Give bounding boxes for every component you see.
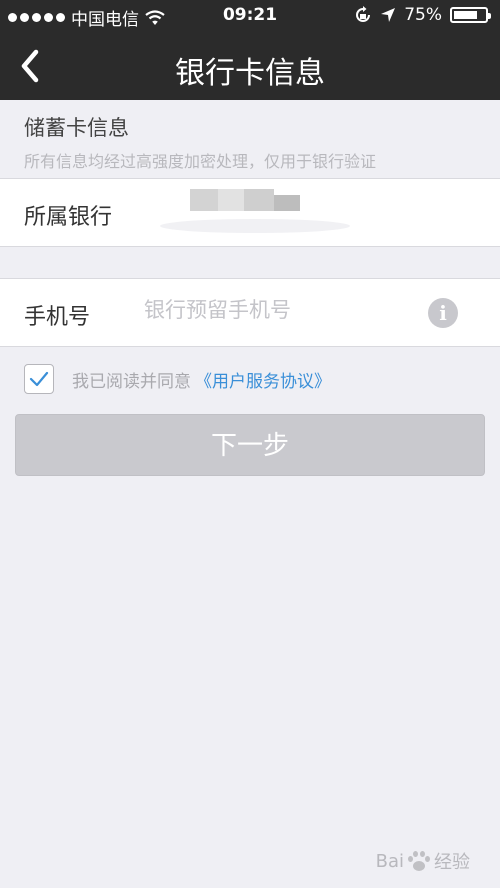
navigation-bar: 银行卡信息 (0, 32, 500, 100)
phone-row: 手机号 i (0, 278, 500, 347)
user-agreement-link[interactable]: 《用户服务协议》 (195, 367, 331, 392)
info-icon[interactable]: i (428, 298, 458, 328)
location-icon (381, 8, 396, 22)
battery-fill (454, 11, 477, 19)
page-title: 银行卡信息 (175, 56, 325, 91)
phone-label: 手机号 (24, 305, 91, 330)
watermark-text-left: Bai (375, 850, 404, 872)
bank-label: 所属银行 (24, 205, 113, 230)
battery-icon (450, 7, 491, 23)
bank-name-redacted (160, 189, 350, 235)
battery-percent: 75% (404, 5, 442, 25)
phone-input[interactable] (142, 297, 416, 323)
agreement-row: 我已阅读并同意 《用户服务协议》 (24, 364, 331, 394)
status-right: 75% (354, 5, 491, 25)
bank-row[interactable]: 所属银行 (0, 178, 500, 247)
section-subtitle: 所有信息均经过高强度加密处理，仅用于银行验证 (24, 152, 377, 171)
status-bar: 中国电信 09:21 75% (0, 0, 500, 32)
next-step-button[interactable]: 下一步 (15, 414, 485, 476)
checkmark-icon (29, 371, 49, 387)
watermark-text-right: 经验 (434, 852, 470, 873)
agreement-text: 我已阅读并同意 (72, 371, 191, 392)
section-title: 储蓄卡信息 (24, 116, 129, 140)
paw-icon (406, 850, 432, 872)
agreement-checkbox[interactable] (24, 364, 54, 394)
rotation-lock-icon (356, 6, 371, 22)
baidu-jingyan-watermark: Bai 经验 (376, 848, 470, 874)
